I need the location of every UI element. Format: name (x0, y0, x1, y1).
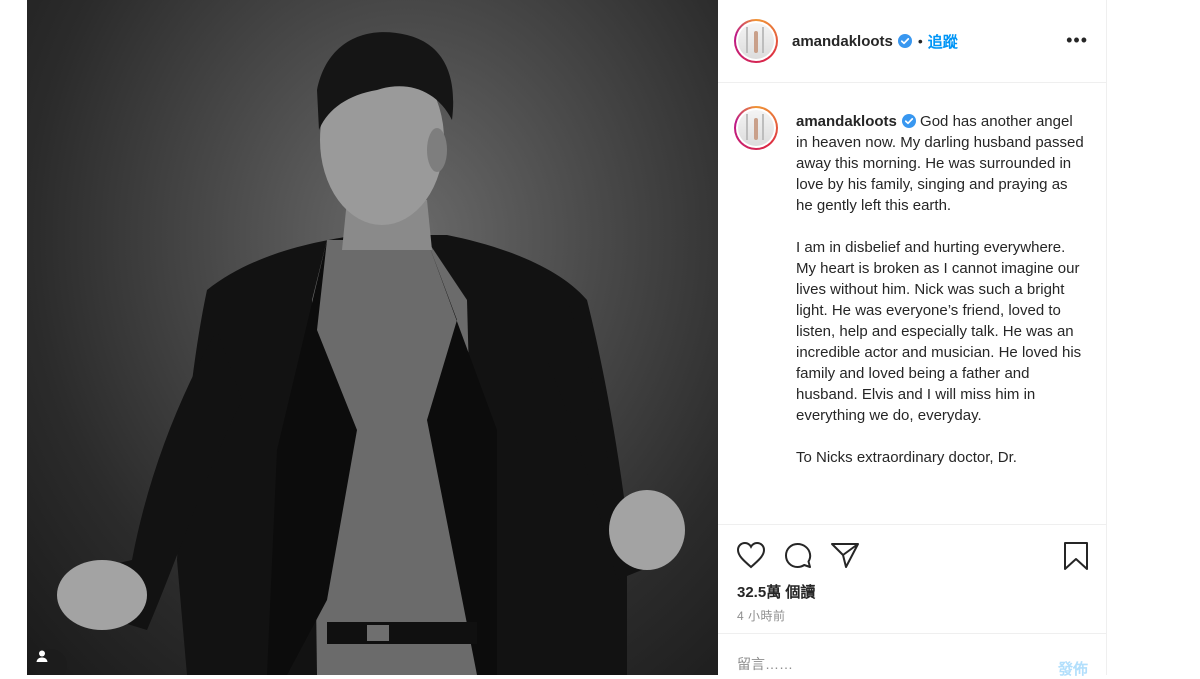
post-side-panel: amandakloots • 追蹤 ••• amandakloots God h… (718, 0, 1107, 679)
person-icon (36, 650, 48, 662)
share-icon[interactable] (830, 541, 860, 569)
action-bar: 32.5萬 個讀 4 小時前 (718, 524, 1106, 635)
bookmark-icon[interactable] (1063, 541, 1089, 571)
post-timestamp[interactable]: 4 小時前 (737, 607, 786, 624)
photo-scene (57, 32, 685, 675)
caption-area[interactable]: amandakloots God has another angel in he… (718, 83, 1106, 524)
caption-body: God has another angel in heaven now. My … (796, 113, 1084, 466)
verified-badge-icon (901, 114, 916, 128)
caption-username[interactable]: amandakloots (796, 113, 897, 130)
view-count[interactable]: 32.5萬 個讀 (737, 581, 815, 602)
post-header: amandakloots • 追蹤 ••• (718, 0, 1106, 83)
caption-text: amandakloots God has another angel in he… (796, 111, 1086, 468)
caption-avatar[interactable] (734, 106, 778, 150)
comment-bar: 發佈 (718, 633, 1106, 679)
avatar[interactable] (734, 19, 778, 63)
header-username[interactable]: amandakloots (792, 33, 893, 50)
verified-badge-icon (897, 34, 912, 48)
heart-icon[interactable] (736, 541, 766, 569)
more-options-button[interactable]: ••• (1066, 30, 1088, 51)
post-photo[interactable] (27, 0, 718, 675)
comment-icon[interactable] (783, 541, 813, 571)
post-comment-button[interactable]: 發佈 (1058, 658, 1088, 679)
user-tag-icon[interactable] (35, 649, 67, 675)
comment-input[interactable] (737, 656, 1037, 672)
follow-button[interactable]: 追蹤 (928, 31, 958, 52)
separator-dot: • (917, 33, 923, 49)
